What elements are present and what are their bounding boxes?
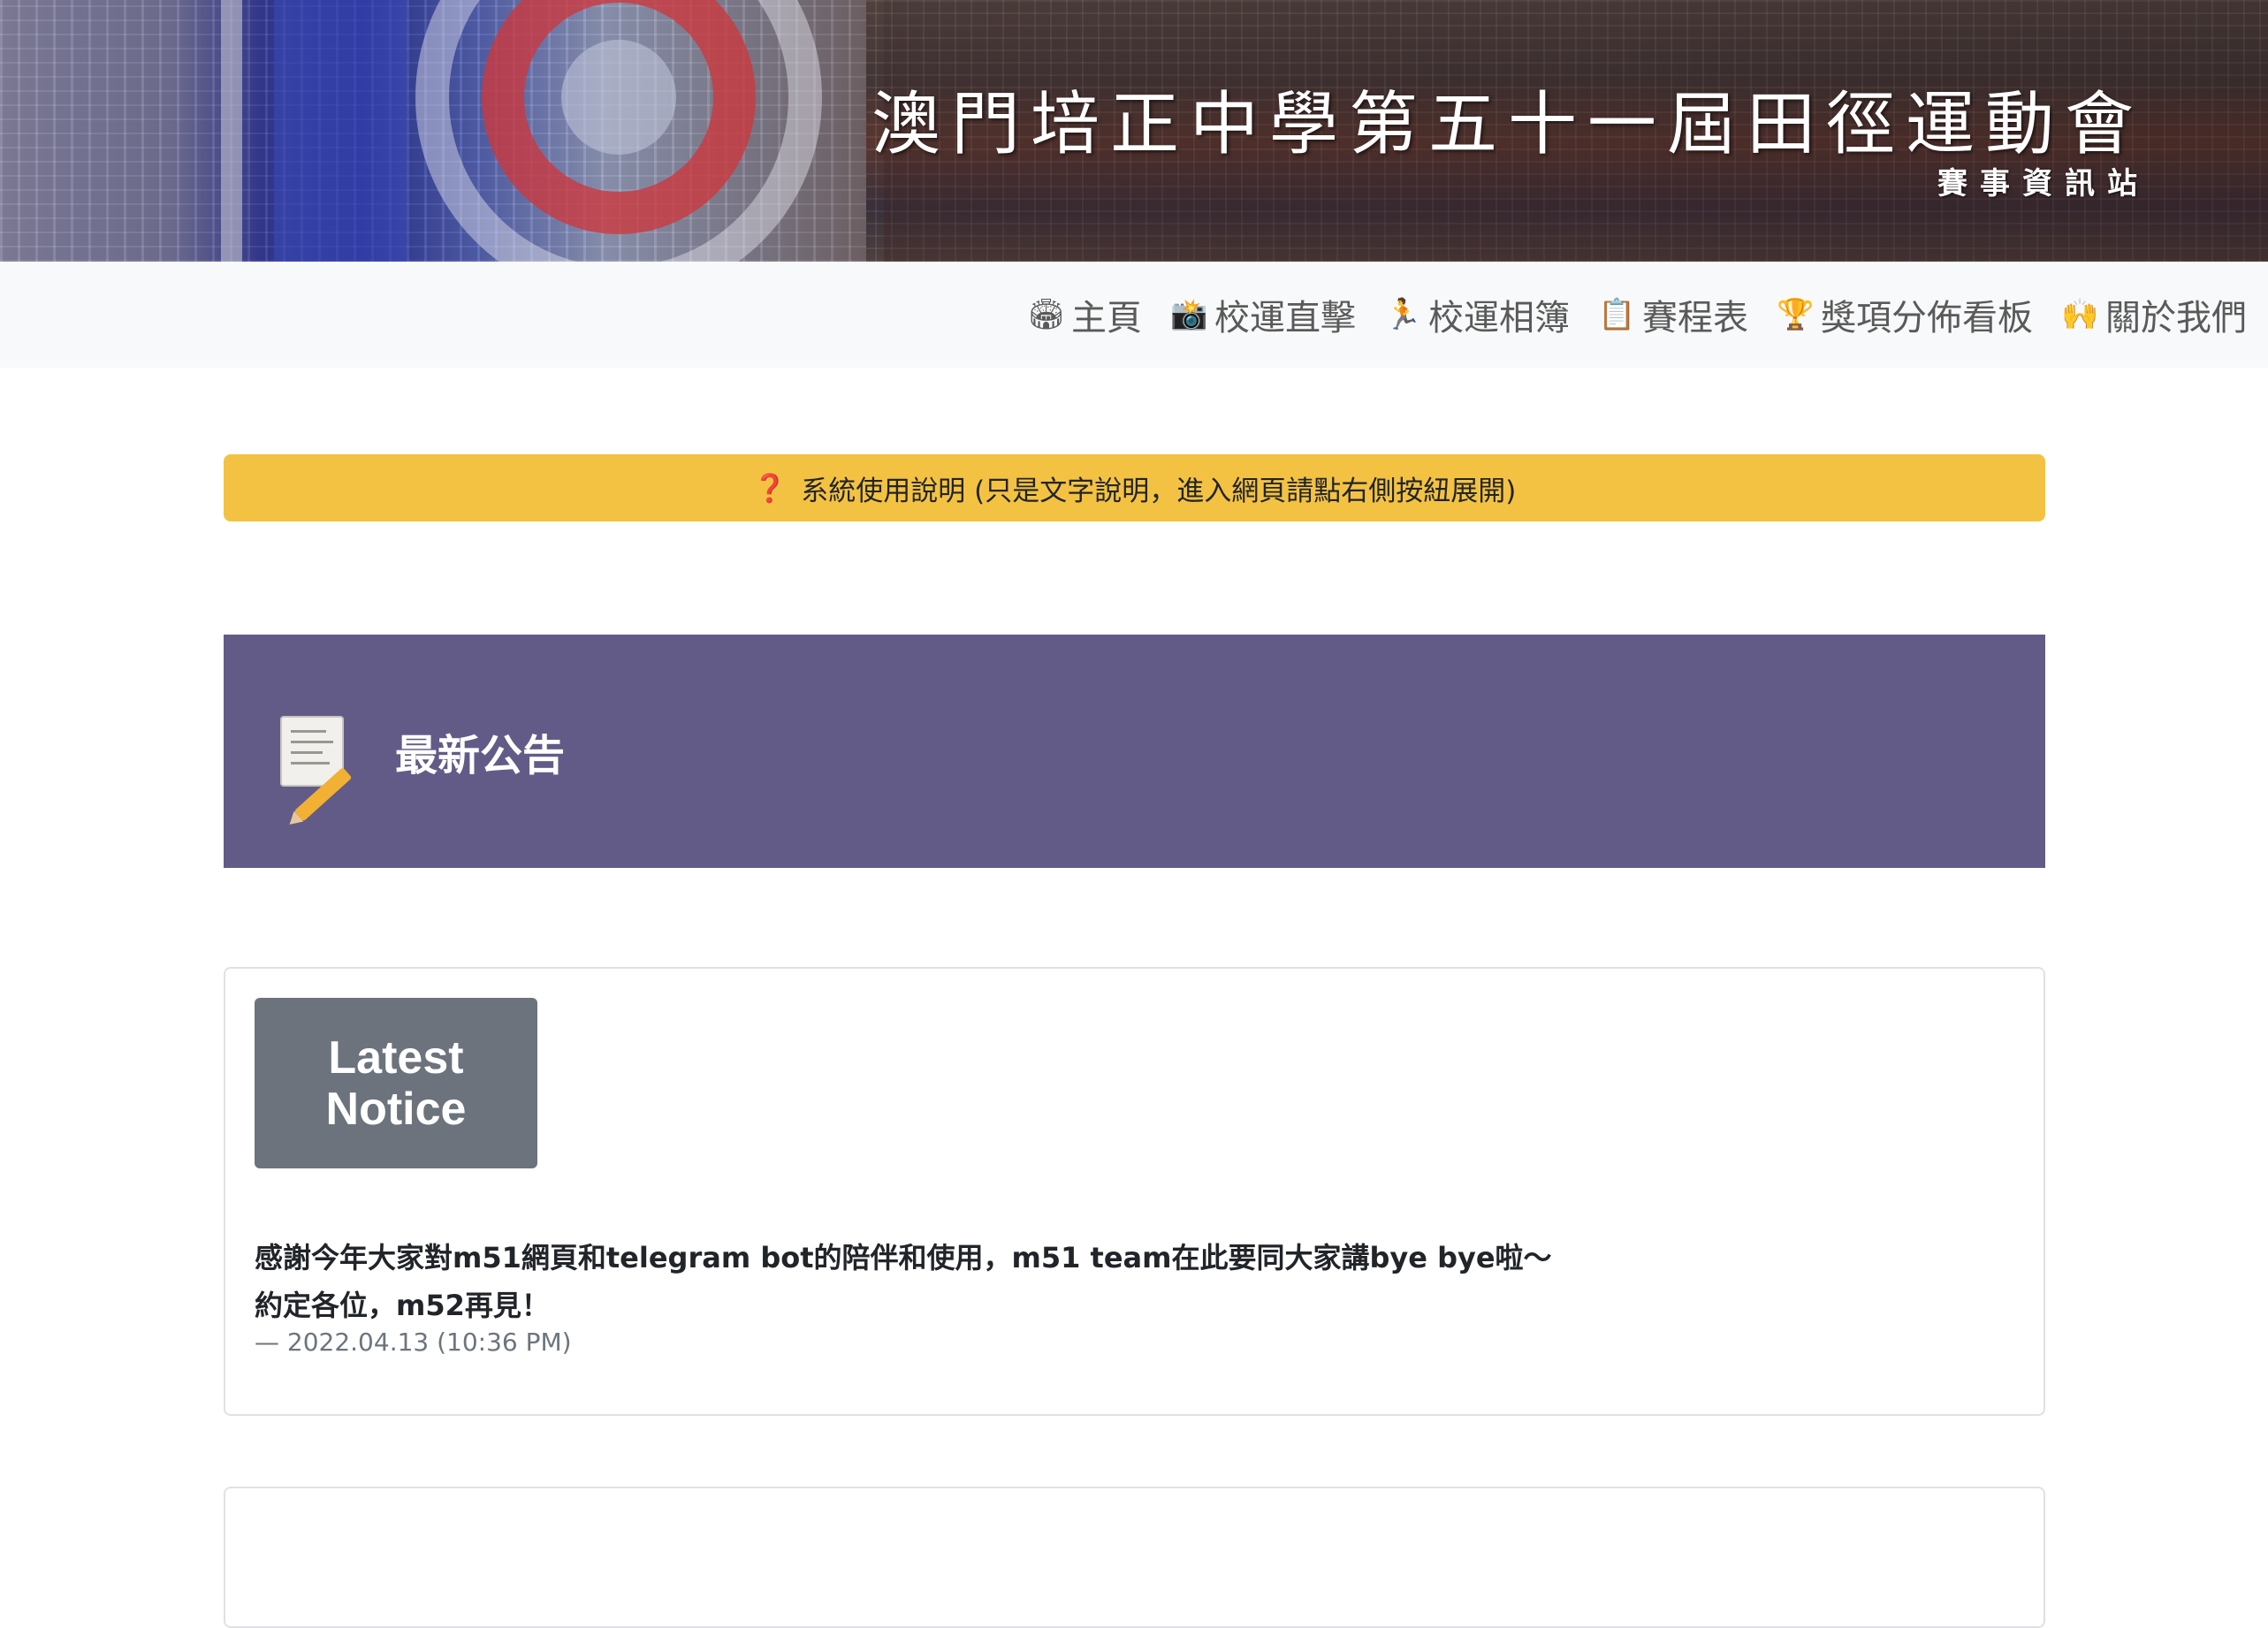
latest-notice-badge: Latest Notice xyxy=(255,998,537,1168)
runner-icon: 🏃 xyxy=(1384,297,1422,332)
nav-item-label: 獎項分佈看板 xyxy=(1821,298,2033,339)
notice-card xyxy=(224,1487,2045,1628)
usage-instructions-toggle[interactable]: ❓ 系統使用說明 (只是文字說明，進入網頁請點右側按紐展開) xyxy=(224,454,2045,521)
header-banner: 澳門培正中學第五十一屆田徑運動會 賽事資訊站 xyxy=(0,0,2268,262)
trophy-icon: 🏆 xyxy=(1777,297,1815,332)
stadium-icon: 🏟 xyxy=(1027,297,1066,332)
nav-item-label: 校運直擊 xyxy=(1214,298,1356,339)
nav-item-schedule[interactable]: 📋 賽程表 xyxy=(1598,289,1748,340)
raised-hands-icon: 🙌 xyxy=(2061,297,2099,332)
nav-item-home[interactable]: 🏟 主頁 xyxy=(1027,289,1142,340)
nav-item-awards[interactable]: 🏆 獎項分佈看板 xyxy=(1777,289,2033,340)
notice-card: Latest Notice 感謝今年大家對m51網頁和telegram bot的… xyxy=(224,967,2045,1416)
nav-item-album[interactable]: 🏃 校運相簿 xyxy=(1384,289,1570,340)
nav-item-label: 校運相簿 xyxy=(1428,298,1570,339)
banner-emblem-core xyxy=(561,40,676,155)
badge-line-1: Latest xyxy=(328,1031,464,1084)
notice-line-1: 感謝今年大家對m51網頁和telegram bot的陪伴和使用，m51 team… xyxy=(255,1241,1552,1274)
badge-line-2: Notice xyxy=(325,1083,467,1135)
question-mark-icon: ❓ xyxy=(752,472,788,505)
notice-line-2: 約定各位，m52再見！ xyxy=(255,1289,550,1322)
nav-item-about[interactable]: 🙌 關於我們 xyxy=(2061,289,2247,340)
section-title: 最新公告 xyxy=(395,731,566,780)
banner-flag xyxy=(274,0,407,262)
notice-date: — 2022.04.13 (10:36 PM) xyxy=(255,1328,572,1357)
camera-flash-icon: 📸 xyxy=(1170,297,1208,332)
banner-subtitle: 賽事資訊站 xyxy=(1937,166,2150,202)
clipboard-icon: 📋 xyxy=(1598,297,1636,332)
banner-pole xyxy=(221,0,242,262)
announcements-header: 最新公告 xyxy=(224,635,2045,868)
nav-item-label: 關於我們 xyxy=(2105,298,2247,339)
banner-title: 澳門培正中學第五十一屆田徑運動會 xyxy=(871,85,2144,164)
usage-instructions-label: 系統使用說明 (只是文字說明，進入網頁請點右側按紐展開) xyxy=(801,475,1517,507)
main-navbar: 🏟 主頁 📸 校運直擊 🏃 校運相簿 📋 賽程表 🏆 獎項分佈看板 🙌 關於我們 xyxy=(0,262,2268,368)
notice-text: 感謝今年大家對m51網頁和telegram bot的陪伴和使用，m51 team… xyxy=(255,1234,1552,1329)
nav-item-live[interactable]: 📸 校運直擊 xyxy=(1170,289,1356,340)
memo-icon xyxy=(280,716,353,822)
nav-item-label: 主頁 xyxy=(1071,298,1142,339)
nav-item-label: 賽程表 xyxy=(1642,298,1748,339)
